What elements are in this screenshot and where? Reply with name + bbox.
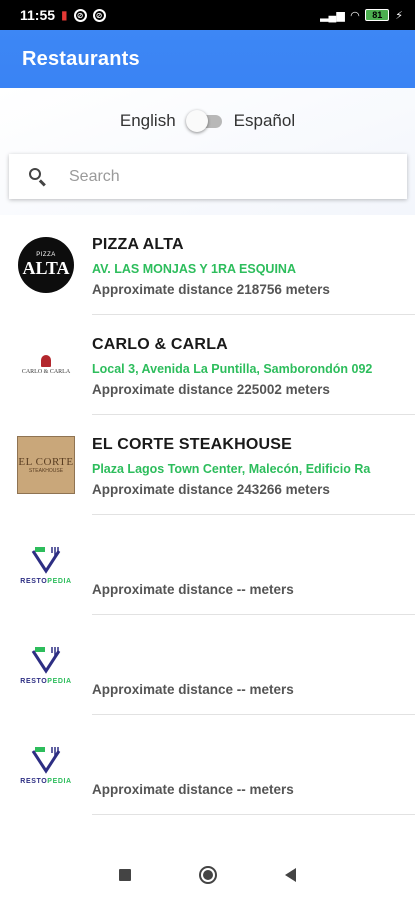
search-icon bbox=[27, 166, 49, 188]
restaurant-address: AV. LAS MONJAS Y 1RA ESQUINA bbox=[92, 261, 296, 276]
battery-icon: 81 bbox=[365, 9, 390, 21]
restaurant-list: PIZZA ALTA PIZZA ALTA AV. LAS MONJAS Y 1… bbox=[0, 215, 415, 850]
status-time: 11:55 bbox=[20, 7, 56, 23]
back-button[interactable] bbox=[285, 868, 296, 882]
restaurant-address bbox=[92, 562, 415, 580]
restaurant-item-restopedia-3[interactable]: RESTOPEDIA Approximate distance -- meter… bbox=[0, 715, 415, 815]
search-input[interactable] bbox=[69, 167, 369, 186]
restopedia-logo bbox=[16, 837, 76, 850]
restaurant-item-restopedia-1[interactable]: RESTOPEDIA Approximate distance -- meter… bbox=[0, 515, 415, 615]
restaurant-item-restopedia-2[interactable]: RESTOPEDIA Approximate distance -- meter… bbox=[0, 615, 415, 715]
restaurant-distance: Approximate distance -- meters bbox=[92, 781, 294, 797]
restopedia-logo: RESTOPEDIA bbox=[16, 637, 76, 693]
app-notification-icon-2: ⊘ bbox=[92, 8, 106, 22]
restaurant-name bbox=[92, 536, 415, 558]
app-notification-icon: ⊘ bbox=[73, 8, 87, 22]
carlo-carla-logo: CARLO & CARLA bbox=[18, 337, 74, 393]
pizza-alta-logo: PIZZA ALTA bbox=[18, 237, 74, 293]
restaurant-name: EL CORTE STEAKHOUSE bbox=[92, 435, 292, 453]
signal-icon: ▂▄▆ bbox=[320, 9, 345, 22]
restaurant-distance: Approximate distance 243266 meters bbox=[92, 481, 330, 497]
restaurant-name: CARLO & CARLA bbox=[92, 335, 228, 353]
restopedia-logo: RESTOPEDIA bbox=[16, 537, 76, 593]
el-corte-logo: EL CORTE STEAKHOUSE bbox=[17, 436, 75, 494]
language-english-label: English bbox=[119, 111, 176, 130]
toggle-knob bbox=[185, 110, 208, 132]
restaurant-item-pizza-alta[interactable]: PIZZA ALTA PIZZA ALTA AV. LAS MONJAS Y 1… bbox=[0, 215, 415, 315]
restaurant-address bbox=[92, 762, 415, 780]
restaurant-name: PIZZA ALTA bbox=[92, 235, 184, 253]
notification-icon: ▮ bbox=[61, 8, 68, 22]
page-title: Restaurants bbox=[22, 47, 140, 70]
language-toggle[interactable] bbox=[185, 110, 224, 132]
restaurant-distance: Approximate distance -- meters bbox=[92, 681, 294, 697]
restaurant-name bbox=[92, 636, 415, 658]
restaurant-address: Local 3, Avenida La Puntilla, Samborondó… bbox=[92, 361, 373, 376]
restaurant-distance: Approximate distance 225002 meters bbox=[92, 381, 330, 397]
search-bar[interactable] bbox=[9, 154, 407, 199]
recents-button[interactable] bbox=[119, 869, 131, 881]
system-nav-bar bbox=[0, 850, 415, 900]
restaurant-item-el-corte[interactable]: EL CORTE STEAKHOUSE EL CORTE STEAKHOUSE … bbox=[0, 415, 415, 515]
restaurant-address: Plaza Lagos Town Center, Malecón, Edific… bbox=[92, 461, 371, 476]
restaurant-item-carlo-carla[interactable]: CARLO & CARLA CARLO & CARLA Local 3, Ave… bbox=[0, 315, 415, 415]
restaurant-item-restopedia-partial[interactable] bbox=[0, 815, 415, 850]
language-switch-row: English Español bbox=[0, 88, 415, 154]
main-content: English Español PIZZA ALTA PIZZA ALTA AV… bbox=[0, 88, 415, 850]
home-button[interactable] bbox=[199, 866, 217, 884]
restaurant-distance: Approximate distance 218756 meters bbox=[92, 281, 330, 297]
restopedia-logo: RESTOPEDIA bbox=[16, 737, 76, 793]
restaurant-distance: Approximate distance -- meters bbox=[92, 581, 294, 597]
restaurant-address bbox=[92, 662, 415, 680]
language-spanish-label: Español bbox=[233, 111, 296, 130]
status-bar: 11:55 ▮ ⊘ ⊘ ▂▄▆ ◠ 81 ⚡ bbox=[0, 0, 415, 30]
restaurant-name bbox=[92, 736, 415, 758]
charging-icon: ⚡ bbox=[395, 9, 403, 22]
wifi-icon: ◠ bbox=[350, 9, 360, 22]
app-bar: Restaurants bbox=[0, 30, 415, 88]
